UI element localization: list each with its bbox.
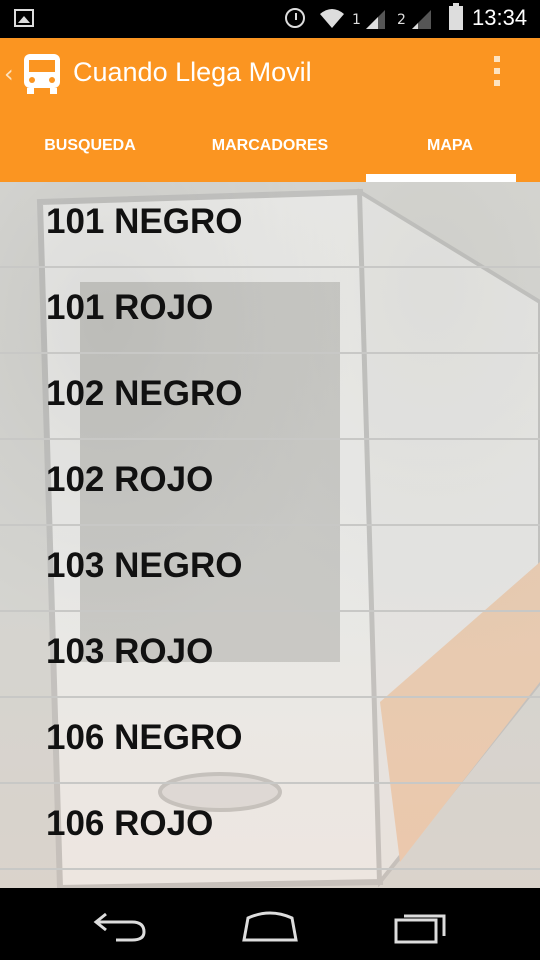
- clock-time: 13:34: [472, 5, 528, 30]
- tab-busqueda[interactable]: BUSQUEDA: [0, 110, 180, 182]
- home-icon[interactable]: [240, 908, 300, 942]
- tab-marcadores[interactable]: MARCADORES: [180, 110, 360, 182]
- route-list-panel[interactable]: 101 NEGRO 101 ROJO 102 NEGRO 102 ROJO 10…: [0, 182, 540, 888]
- list-item[interactable]: 102 ROJO: [0, 440, 540, 526]
- route-list: 101 NEGRO 101 ROJO 102 NEGRO 102 ROJO 10…: [0, 182, 540, 870]
- action-bar: ‹ Cuando Llega Movil: [0, 38, 540, 110]
- wifi-icon: [320, 9, 344, 28]
- route-label: 101 NEGRO: [46, 202, 243, 241]
- route-label: 103 NEGRO: [46, 546, 243, 585]
- signal-icon: [366, 10, 385, 29]
- bus-icon[interactable]: [22, 52, 62, 96]
- route-label: 103 ROJO: [46, 632, 214, 671]
- alarm-icon: [285, 8, 305, 28]
- route-label: 102 NEGRO: [46, 374, 243, 413]
- route-label: 102 ROJO: [46, 460, 214, 499]
- list-item[interactable]: 101 ROJO: [0, 268, 540, 354]
- app-title: Cuando Llega Movil: [73, 57, 312, 87]
- back-chevron-icon[interactable]: ‹: [4, 60, 14, 88]
- route-label: 106 NEGRO: [46, 718, 243, 757]
- overflow-menu-icon[interactable]: [490, 56, 504, 92]
- picture-icon: [14, 9, 34, 27]
- route-label: 101 ROJO: [46, 288, 214, 327]
- recents-icon[interactable]: [392, 908, 448, 944]
- back-icon[interactable]: [92, 908, 148, 944]
- navigation-bar: [0, 888, 540, 960]
- sim1-label: 1: [352, 12, 361, 28]
- list-item[interactable]: 106 NEGRO: [0, 698, 540, 784]
- status-bar: 1 2 13:34: [0, 0, 540, 38]
- sim2-label: 2: [397, 12, 406, 28]
- battery-icon: [449, 3, 463, 30]
- tab-bar: BUSQUEDA MARCADORES MAPA: [0, 110, 540, 182]
- list-item[interactable]: 103 ROJO: [0, 612, 540, 698]
- list-item[interactable]: 103 NEGRO: [0, 526, 540, 612]
- route-label: 106 ROJO: [46, 804, 214, 843]
- list-item[interactable]: 102 NEGRO: [0, 354, 540, 440]
- list-item[interactable]: 101 NEGRO: [0, 182, 540, 268]
- list-item[interactable]: 106 ROJO: [0, 784, 540, 870]
- signal-icon: [412, 10, 431, 29]
- tab-mapa[interactable]: MAPA: [360, 110, 540, 182]
